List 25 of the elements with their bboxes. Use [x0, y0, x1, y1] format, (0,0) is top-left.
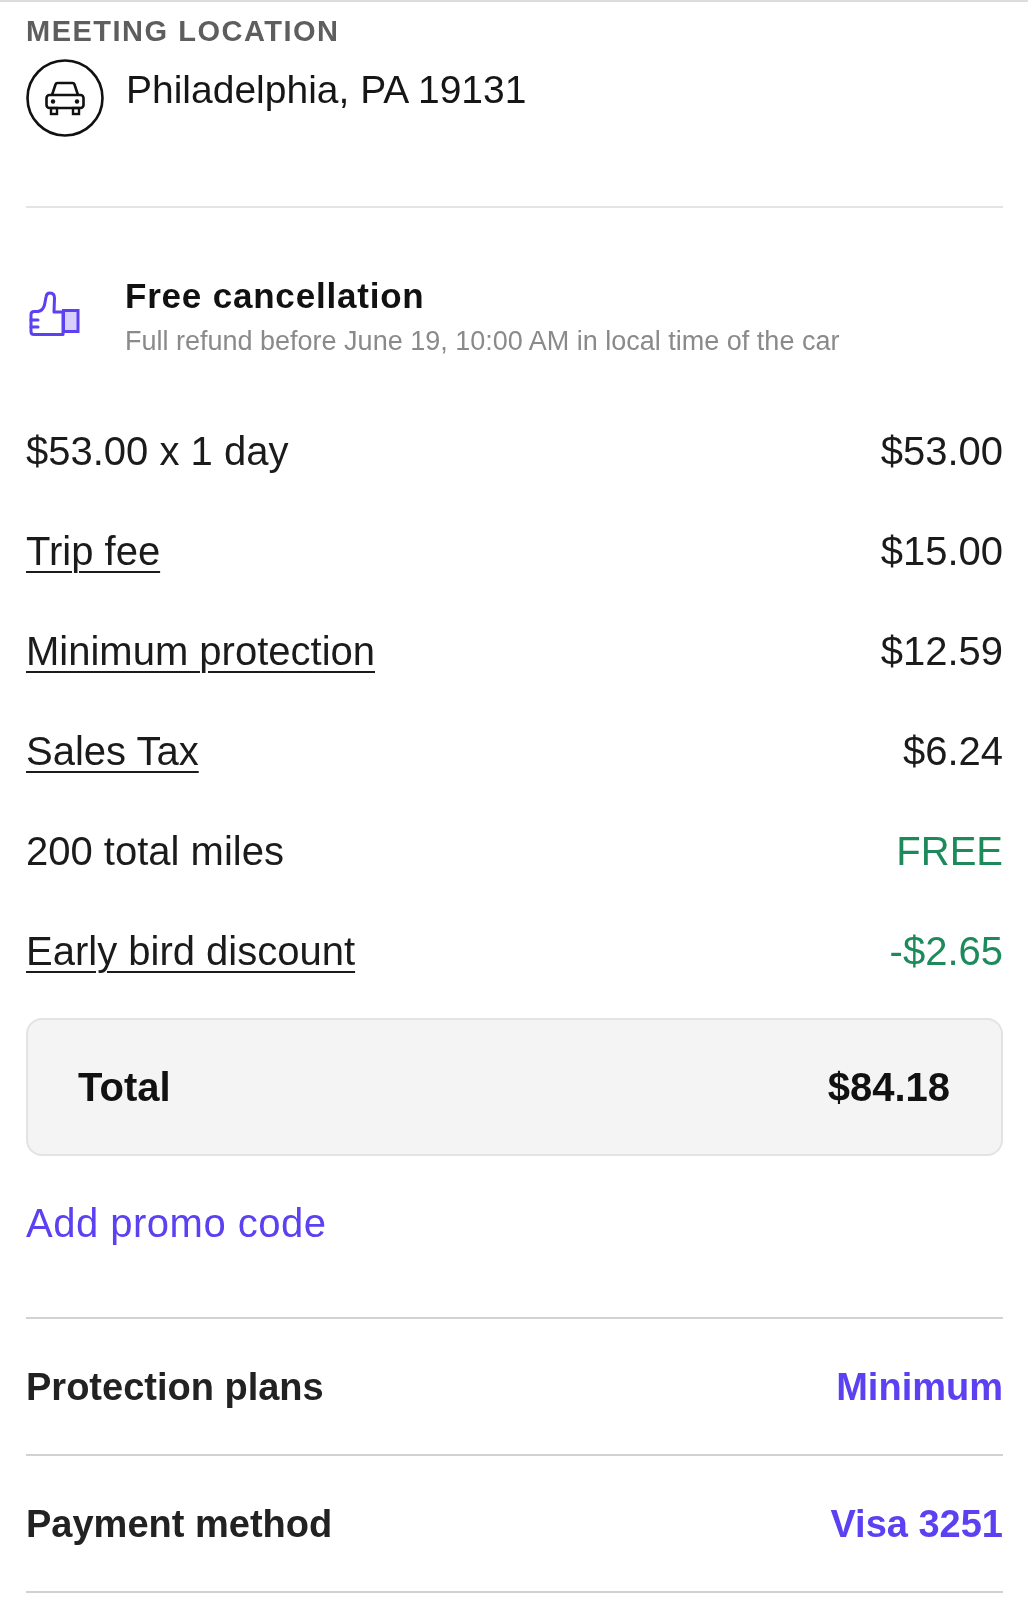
- thumbs-up-icon: [29, 291, 80, 337]
- line-item-amount: $15.00: [880, 528, 1003, 575]
- line-item-amount: FREE: [896, 828, 1003, 875]
- address-text: Philadelphia, PA 19131: [126, 67, 527, 113]
- setting-label: Protection plans: [26, 1364, 324, 1409]
- car-icon: [26, 59, 104, 137]
- line-item-link[interactable]: Sales Tax: [26, 727, 199, 775]
- setting-link[interactable]: Minimum: [836, 1364, 1003, 1409]
- line-item-link[interactable]: Trip fee: [26, 527, 161, 575]
- line-item-amount: -$2.65: [889, 928, 1003, 975]
- cancellation-title: Free cancellation: [125, 276, 425, 316]
- line-item-link[interactable]: Minimum protection: [26, 627, 375, 675]
- setting-label: Payment method: [26, 1501, 333, 1546]
- line-item-label: 200 total miles: [26, 828, 284, 875]
- line-item-amount: $12.59: [880, 628, 1003, 675]
- line-item-label: $53.00 x 1 day: [26, 428, 289, 475]
- line-item-amount: $6.24: [902, 728, 1003, 775]
- total-amount: $84.18: [827, 1064, 950, 1111]
- promo-code-link[interactable]: Add promo code: [26, 1199, 327, 1247]
- line-item-amount: $53.00: [880, 428, 1003, 475]
- setting-link[interactable]: Visa 3251: [830, 1501, 1003, 1546]
- total-label: Total: [78, 1064, 171, 1111]
- line-item-link[interactable]: Early bird discount: [26, 927, 356, 975]
- section-heading: MEETING LOCATION: [26, 14, 340, 48]
- cancellation-detail: Full refund before June 19, 10:00 AM in local time of the car: [125, 325, 840, 357]
